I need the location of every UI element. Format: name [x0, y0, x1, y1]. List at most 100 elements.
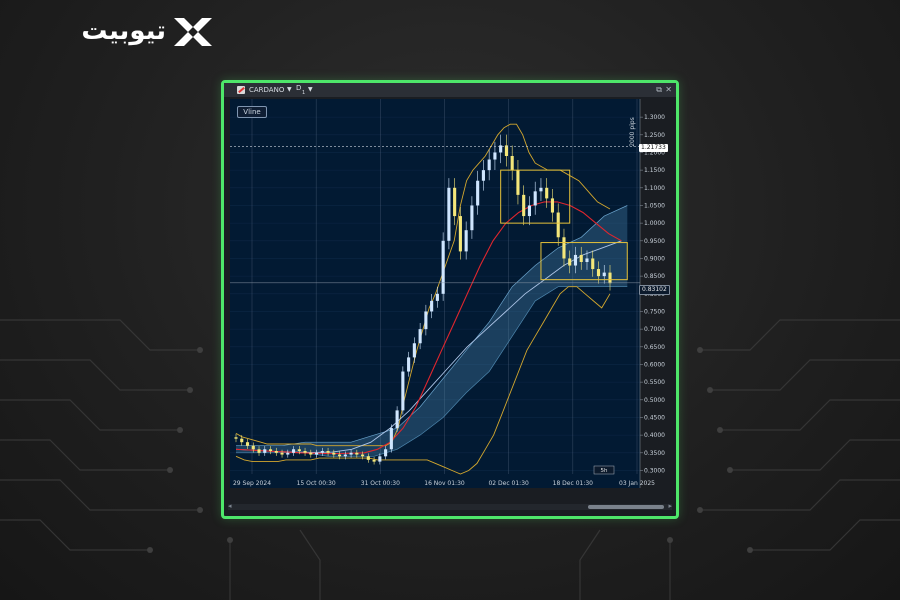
- candle-body: [447, 187, 451, 241]
- y-tick-label: 1.0000: [644, 220, 665, 227]
- candle-body: [487, 159, 491, 171]
- candle-body: [234, 437, 238, 439]
- candle-body: [441, 240, 445, 294]
- last-price-tag: 0.83102: [639, 285, 670, 295]
- candle-body: [395, 410, 399, 429]
- logo-text: تیوبیت: [81, 16, 166, 46]
- candle-body: [562, 237, 566, 259]
- candle-body: [343, 454, 347, 457]
- candle-body: [251, 445, 255, 450]
- x-tick-label: 31 Oct 00:30: [361, 480, 400, 487]
- candle-body: [527, 205, 532, 217]
- candle-body: [286, 452, 290, 455]
- candle-body: [602, 272, 606, 277]
- y-tick-label: 0.7000: [644, 326, 665, 333]
- candle-body: [430, 300, 434, 312]
- bar-counter-label: 5h: [601, 468, 608, 474]
- price-chart[interactable]: 1.30001.25001.20001.15001.10001.05001.00…: [230, 99, 670, 503]
- y-tick-label: 0.9000: [644, 255, 665, 262]
- timeframe-dropdown-icon[interactable]: ▼: [308, 83, 313, 97]
- candle-body: [407, 357, 411, 372]
- candle-body: [556, 212, 560, 238]
- candle-body: [332, 452, 336, 455]
- x-tick-label: 15 Oct 00:30: [297, 480, 336, 487]
- candle-body: [366, 456, 370, 460]
- chart-window: CARDANO ▼ D 1 ▼ ⧉ ✕ 1.3000 1.2500 1.2000 1.…: [221, 80, 679, 519]
- candle-body: [412, 343, 416, 358]
- y-tick-label: 0.3500: [644, 450, 665, 457]
- candle-body: [545, 187, 549, 199]
- y-tick-label: 0.6000: [644, 361, 665, 368]
- candle-body: [568, 258, 572, 266]
- candle-body: [320, 451, 324, 453]
- candle-body: [579, 254, 583, 262]
- candle-body: [309, 452, 313, 455]
- scroll-thumb[interactable]: [588, 505, 664, 509]
- y-tick-label: 0.5500: [644, 379, 665, 386]
- y-tick-label: 0.4500: [644, 414, 665, 421]
- candle-body: [257, 449, 261, 453]
- x-tick-label: 16 Nov 01:30: [424, 480, 465, 487]
- candle-body: [361, 454, 365, 457]
- candle-body: [384, 449, 388, 457]
- candle-body: [510, 156, 514, 171]
- timeframe-selector[interactable]: D: [296, 81, 301, 95]
- y-tick-label: 0.5000: [644, 397, 665, 404]
- x-mark-icon: [174, 18, 212, 46]
- candle-body: [596, 269, 601, 277]
- horizontal-scrollbar[interactable]: ◂ ▸: [228, 502, 672, 510]
- candle-body: [516, 170, 520, 195]
- y-tick-label: 0.7500: [644, 308, 665, 315]
- candle-body: [372, 459, 376, 462]
- y-tick-label: 1.3000: [644, 114, 665, 121]
- candle-body: [280, 452, 284, 455]
- candle-body: [263, 449, 267, 453]
- y-tick-label: 0.3000: [644, 467, 665, 474]
- candle-body: [591, 258, 595, 270]
- timeframe-subscript: 1: [302, 90, 306, 96]
- candle-body: [291, 449, 296, 453]
- candle-body: [493, 152, 497, 160]
- candle-body: [389, 428, 393, 450]
- close-icon[interactable]: ✕: [665, 83, 672, 97]
- y-tick-label: 1.1000: [644, 185, 665, 192]
- candle-body: [453, 187, 457, 217]
- candle-body: [326, 451, 330, 453]
- candle-body: [458, 216, 462, 252]
- chart-titlebar: CARDANO ▼ D 1 ▼ ⧉ ✕: [224, 83, 676, 97]
- candle-body: [349, 452, 353, 455]
- symbol-dropdown-icon[interactable]: ▼: [287, 83, 292, 97]
- y-tick-label: 1.2500: [644, 132, 665, 139]
- symbol-selector[interactable]: CARDANO: [249, 83, 284, 97]
- y-tick-label: 0.9500: [644, 238, 665, 245]
- vline-button[interactable]: Vline: [237, 106, 267, 118]
- scroll-right-icon[interactable]: ▸: [668, 502, 672, 510]
- candle-body: [240, 438, 244, 443]
- candle-body: [424, 311, 428, 330]
- y-tick-label: 0.8500: [644, 273, 665, 280]
- x-tick-label: 29 Sep 2024: [233, 480, 271, 487]
- candle-body: [338, 454, 342, 457]
- candle-body: [470, 205, 474, 231]
- candle-body: [476, 180, 480, 206]
- brand-logo[interactable]: تیوبیت: [18, 14, 218, 50]
- scroll-left-icon[interactable]: ◂: [228, 502, 232, 510]
- candle-body: [268, 449, 273, 452]
- candle-body: [418, 329, 422, 344]
- candle-body: [550, 198, 555, 213]
- y-tick-label: 1.0500: [644, 202, 665, 209]
- candle-body: [481, 170, 485, 181]
- candle-body: [401, 371, 405, 411]
- candle-body: [297, 449, 301, 452]
- candle-body: [245, 442, 250, 446]
- candle-body: [585, 258, 589, 262]
- candle-body: [608, 272, 612, 284]
- y-tick-label: 0.6500: [644, 344, 665, 351]
- candle-body: [504, 145, 508, 156]
- popout-icon[interactable]: ⧉: [656, 83, 662, 97]
- x-tick-label: 18 Dec 01:30: [553, 480, 594, 487]
- x-tick-label: 03 Jan 2025: [619, 480, 655, 487]
- level-price-tag: 1.21733: [639, 144, 668, 152]
- candle-body: [539, 187, 543, 192]
- candle-body: [303, 451, 307, 453]
